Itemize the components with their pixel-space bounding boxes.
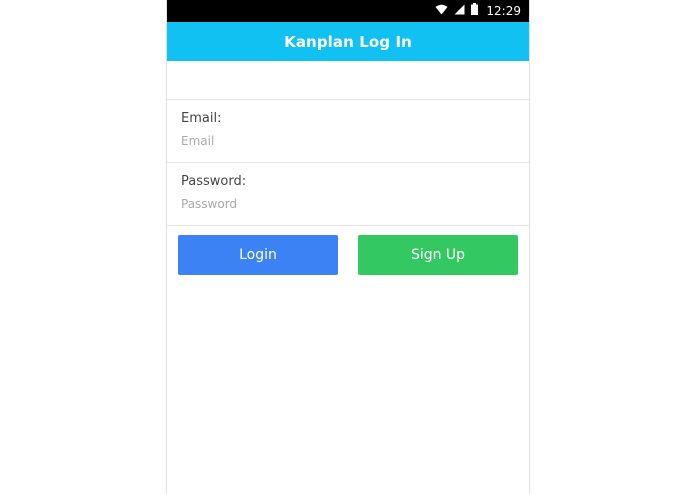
app-header: Kanplan Log In [167,22,529,61]
page-title: Kanplan Log In [284,32,412,51]
sign-up-button[interactable]: Sign Up [358,235,518,275]
phone-screen: 12:29 Kanplan Log In Email: Password: Lo… [166,0,530,494]
email-label: Email: [181,111,222,126]
login-button[interactable]: Login [178,235,338,275]
password-label: Password: [181,174,247,189]
email-input[interactable] [181,134,501,148]
email-field-row: Email: [167,100,529,163]
password-input[interactable] [181,197,501,211]
button-row: Login Sign Up [167,226,529,275]
top-spacer [167,61,529,100]
wifi-icon [435,2,448,20]
password-field-row: Password: [167,163,529,226]
status-bar: 12:29 [167,0,529,22]
signal-icon [454,2,465,20]
battery-icon [471,2,479,20]
status-time: 12:29 [486,4,521,18]
